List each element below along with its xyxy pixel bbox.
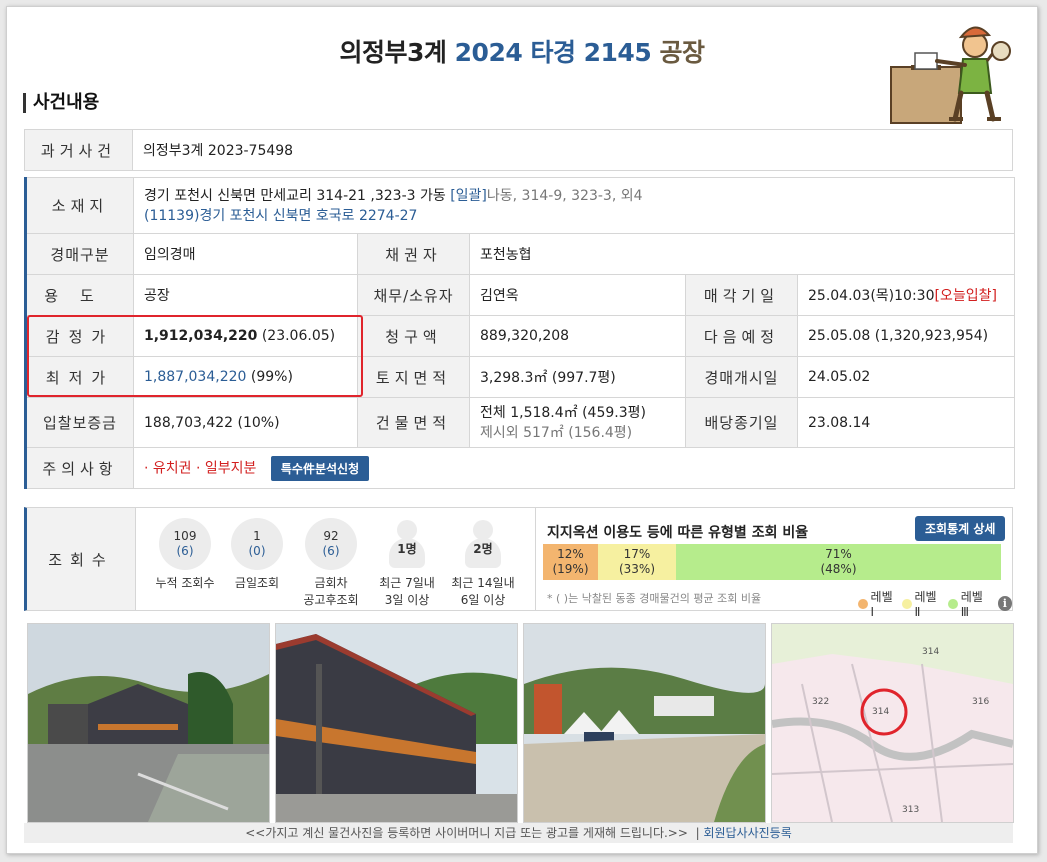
- stat-label: 금회차: [314, 576, 348, 590]
- road-address[interactable]: (11139)경기 포천시 신북면 호국로 2274-27: [144, 208, 417, 224]
- case-number: 2024 타경 2145: [454, 38, 652, 67]
- sale-date-label: 매각기일: [685, 274, 798, 316]
- views-panel: 조회수 109 (6) 누적 조회수 1 (0) 금일조회 92 (6) 금회차 공고…: [24, 507, 1013, 619]
- location-value: 경기 포천시 신북면 만세교리 314-21 ,323-3 가동 [일괄]나동,…: [132, 177, 1016, 234]
- start-date-value: 24.05.02: [796, 356, 1016, 398]
- legend-dot-level-3: [948, 598, 958, 609]
- svg-text:316: 316: [972, 697, 989, 707]
- building-area-total: 전체 1,518.4㎡ (459.3평): [480, 404, 646, 421]
- caution-value: · 유치권 · 일부지분 특수件분석신청: [132, 447, 1016, 489]
- ratio-segment-level-2: 17% (33%): [598, 544, 676, 580]
- location-label: 소재지: [24, 177, 134, 234]
- auction-type-value: 임의경매: [133, 233, 358, 275]
- mascot-illustration: [890, 26, 1011, 124]
- stat-recent-14-days: 2명 최근 14일내 6일 이상: [443, 518, 523, 608]
- price-highlight-box: [27, 315, 363, 397]
- stat-label: 최근 14일내: [451, 576, 515, 590]
- views-label: 조회수: [27, 508, 136, 610]
- dividend-end-label: 배당종기일: [685, 397, 798, 448]
- case-category: 공장: [659, 38, 705, 67]
- land-area-label: 토지면적: [357, 356, 470, 398]
- legend-label: 레벨Ⅲ: [960, 590, 983, 619]
- views-divider: [535, 508, 536, 610]
- stat-recent-7-days: 1명 최근 7일내 3일 이상: [367, 518, 447, 608]
- stat-label-2: 3일 이상: [384, 593, 430, 607]
- sale-date-value: 25.04.03(목)10:30[오늘입찰]: [796, 274, 1016, 316]
- footer-text: <<가지고 계신 물건사진을 등록하면 사이버머니 지급 또는 광고를 게재해 …: [245, 826, 688, 840]
- section-title: 사건내용: [23, 93, 99, 113]
- caution-label: 주의사항: [24, 447, 134, 489]
- stat-label: 최근 7일내: [379, 576, 435, 590]
- stat-circle: 1 (0): [231, 518, 283, 570]
- stat-round-views: 92 (6) 금회차 공고후조회: [291, 518, 371, 608]
- stat-label: 금일조회: [234, 576, 280, 590]
- ratio-legend: 레벨Ⅰ 레벨Ⅱ 레벨Ⅲ i: [851, 588, 1012, 619]
- building-area-value: 전체 1,518.4㎡ (459.3평) 제시외 517㎡ (156.4평): [469, 397, 686, 448]
- legend-label: 레벨Ⅱ: [914, 590, 937, 619]
- next-date-value: 25.05.08 (1,320,923,954): [796, 315, 1016, 357]
- claim-label: 청구액: [357, 315, 470, 357]
- usage-label: 용도: [24, 274, 134, 316]
- property-photo-3[interactable]: [523, 623, 766, 823]
- person-icon: 2명: [457, 518, 509, 570]
- deposit-value: 188,703,422 (10%): [133, 397, 358, 448]
- legend-dot-level-2: [901, 598, 912, 609]
- past-case-table: 과거사건 의정부3계 2023-75498: [24, 129, 1013, 171]
- svg-text:322: 322: [812, 697, 829, 707]
- property-photo-2[interactable]: [275, 623, 518, 823]
- svg-text:313: 313: [902, 805, 919, 815]
- info-icon[interactable]: i: [997, 596, 1012, 611]
- property-photo-1[interactable]: [27, 623, 270, 823]
- next-date-label: 다음예정: [685, 315, 798, 357]
- building-area-label: 건물면적: [357, 397, 470, 448]
- stat-label-2: 6일 이상: [460, 593, 506, 607]
- bundle-tag[interactable]: [일괄]: [450, 188, 487, 204]
- bundle-rest: 나동, 314-9, 323-3, 외4: [486, 187, 643, 204]
- legend-label: 레벨Ⅰ: [870, 590, 893, 619]
- view-stats-detail-button[interactable]: 조회통계 상세: [915, 516, 1006, 541]
- photo-register-footer: <<가지고 계신 물건사진을 등록하면 사이버머니 지급 또는 광고를 게재해 …: [24, 823, 1013, 843]
- debtor-label: 채무/소유자: [357, 274, 470, 316]
- footer-separator: |: [695, 826, 700, 840]
- claim-value: 889,320,208: [469, 315, 686, 357]
- past-case-value[interactable]: 의정부3계 2023-75498: [132, 129, 1013, 171]
- usage-value: 공장: [133, 274, 358, 316]
- start-date-label: 경매개시일: [685, 356, 798, 398]
- today-bid-tag[interactable]: [오늘입찰]: [935, 288, 997, 304]
- land-area-value: 3,298.3㎡ (997.7평): [469, 356, 686, 398]
- special-analysis-button[interactable]: 특수件분석신청: [270, 455, 370, 481]
- page-title: 의정부3계 2024 타경 2145 공장: [7, 33, 1037, 69]
- stat-circle: 92 (6): [305, 518, 357, 570]
- deposit-label: 입찰보증금: [24, 397, 134, 448]
- sale-date-text: 25.04.03(목)10:30: [808, 288, 935, 304]
- legend-dot-level-1: [858, 598, 868, 609]
- caution-text: · 유치권 · 일부지분: [144, 460, 257, 476]
- property-map[interactable]: 314 316 314 322 313: [771, 623, 1014, 823]
- svg-text:314: 314: [922, 647, 939, 657]
- ratio-segment-level-1: 12% (19%): [543, 544, 598, 580]
- past-case-label: 과거사건: [24, 129, 133, 171]
- creditor-value: 포천농협: [468, 233, 1016, 275]
- page: 의정부3계 2024 타경 2145 공장 사건내용 과거사건 의정부3계 20…: [6, 6, 1038, 854]
- ratio-title: 지지옥션 이용도 등에 따른 유형별 조회 비율: [547, 525, 809, 541]
- stat-label: 누적 조회수: [155, 576, 215, 590]
- svg-text:314: 314: [872, 707, 889, 717]
- location-address: 경기 포천시 신북면 만세교리 314-21 ,323-3 가동: [144, 187, 446, 204]
- debtor-value: 김연옥: [469, 274, 686, 316]
- ratio-note: * ( )는 낙찰된 동종 경매물건의 평균 조회 비율: [547, 592, 762, 605]
- stat-label-2: 공고후조회: [303, 593, 359, 607]
- stat-today-views: 1 (0) 금일조회: [217, 518, 297, 591]
- person-icon: 1명: [381, 518, 433, 570]
- creditor-label: 채권자: [357, 233, 470, 275]
- dividend-end-value: 23.08.14: [796, 397, 1016, 448]
- ratio-segment-level-3: 71% (48%): [676, 544, 1001, 580]
- court-name: 의정부3계: [339, 38, 447, 67]
- stat-circle: 109 (6): [159, 518, 211, 570]
- building-area-extra: 제시외 517㎡ (156.4평): [480, 424, 633, 441]
- stat-total-views: 109 (6) 누적 조회수: [145, 518, 225, 591]
- auction-type-label: 경매구분: [24, 233, 134, 275]
- register-photo-link[interactable]: 회원답사사진등록: [703, 826, 791, 840]
